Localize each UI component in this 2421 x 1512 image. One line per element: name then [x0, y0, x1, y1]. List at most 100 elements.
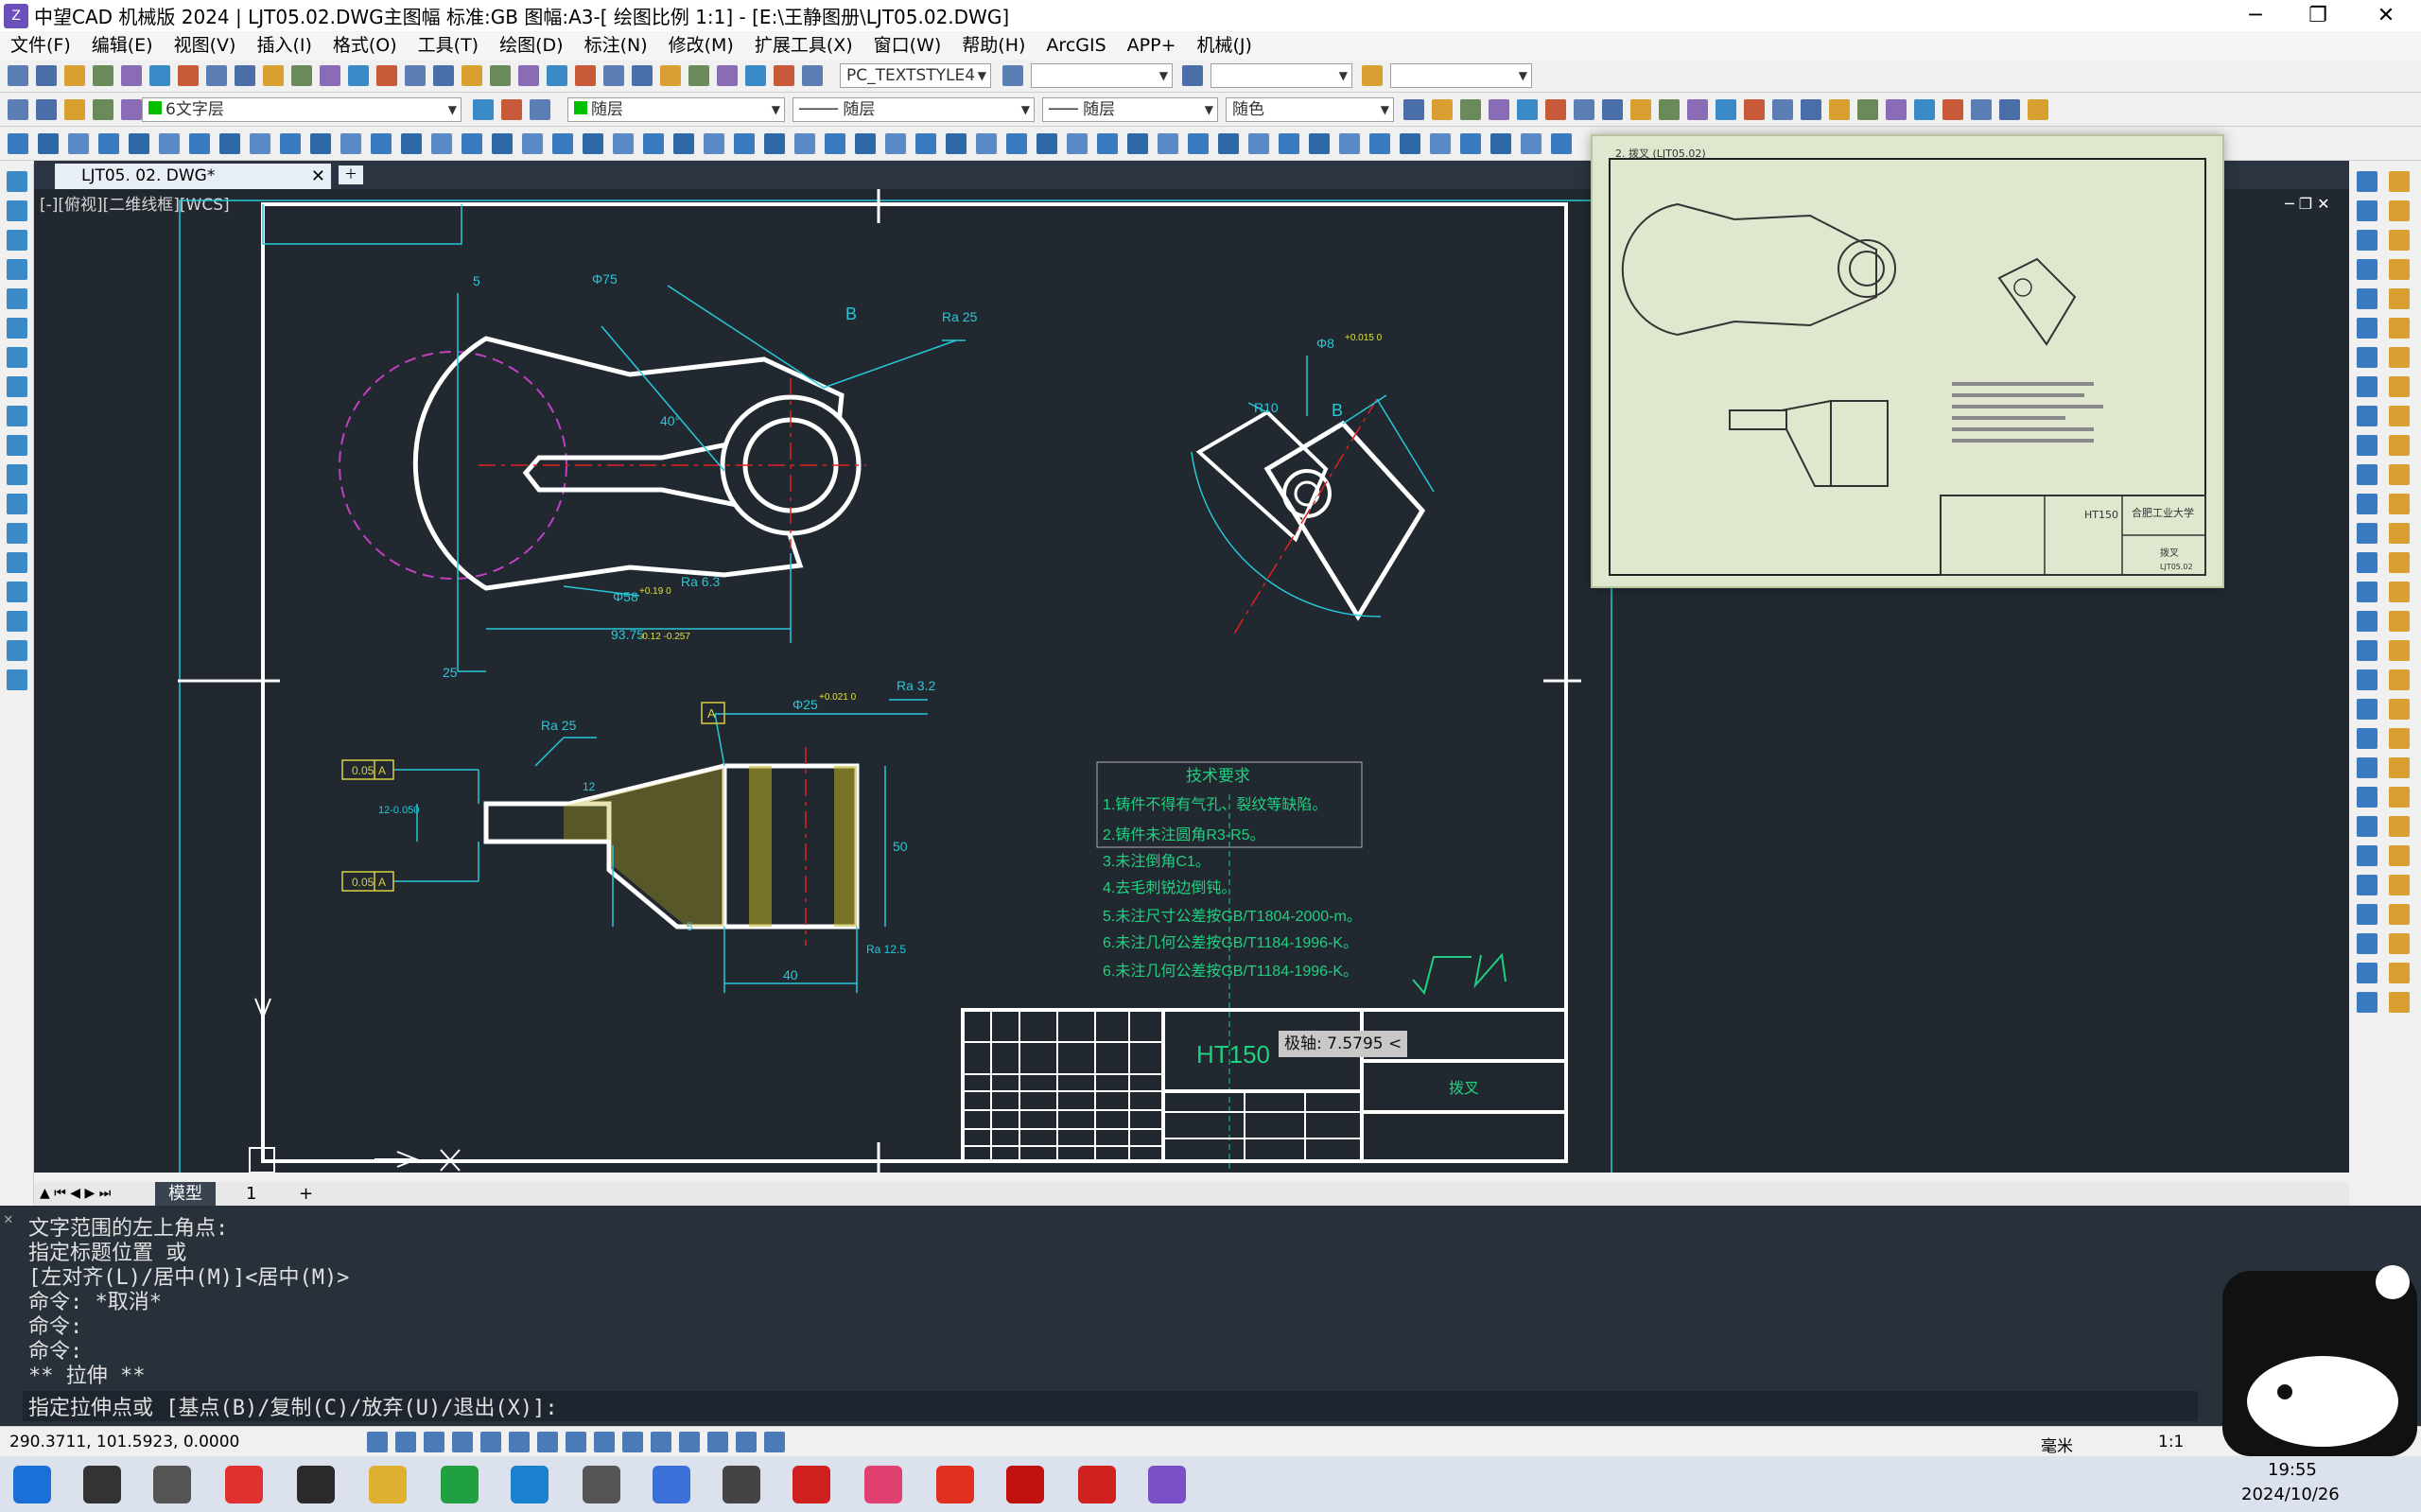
draw-tool-icon[interactable]	[7, 288, 27, 309]
mech-tool-icon[interactable]	[583, 133, 603, 154]
modify-tool-icon[interactable]	[2357, 904, 2377, 925]
taskbar-app-icon[interactable]	[297, 1466, 335, 1503]
modify-tool-icon[interactable]	[2357, 582, 2377, 602]
clock-date[interactable]: 2024/10/26	[2241, 1485, 2340, 1504]
status-toggle-icon[interactable]	[452, 1432, 473, 1452]
tab-close-icon[interactable]: ✕	[311, 164, 325, 189]
mech-tool-icon[interactable]	[250, 133, 270, 154]
mech-tool-icon[interactable]	[1490, 133, 1511, 154]
taskbar-app-icon[interactable]	[369, 1466, 407, 1503]
minimize-button[interactable]: ─	[2224, 0, 2287, 31]
modify-tool-icon[interactable]	[2357, 435, 2377, 456]
command-window[interactable]: 文字范围的左上角点: 指定标题位置 或 [左对齐(L)/居中(M)]<居中(M)…	[0, 1206, 2421, 1426]
mech-tool-icon[interactable]	[1551, 133, 1572, 154]
layer-tool-icon[interactable]	[1914, 99, 1935, 120]
taskbar-app-icon[interactable]	[511, 1466, 549, 1503]
layer-tool-icon[interactable]	[1971, 99, 1992, 120]
layer-tool-icon[interactable]	[1857, 99, 1878, 120]
layout-preview-popup[interactable]: 2. 拨叉 (LJT05.02) HT150 合肥工业大学 拨叉 LJT05.0…	[1591, 134, 2224, 588]
toolbar-tool-icon[interactable]	[206, 65, 227, 86]
layer-tool-icon[interactable]	[8, 99, 28, 120]
style-icon[interactable]	[1182, 65, 1203, 86]
mech-tool-icon[interactable]	[794, 133, 815, 154]
mech-tool-icon[interactable]	[401, 133, 422, 154]
toolbar-tool-icon[interactable]	[518, 65, 539, 86]
modify-tool-icon[interactable]	[2357, 171, 2377, 192]
taskbar-app-icon[interactable]	[1148, 1466, 1186, 1503]
mech-tool-icon[interactable]	[704, 133, 724, 154]
layer-tool-icon[interactable]	[1687, 99, 1708, 120]
text-style-combo[interactable]: PC_TEXTSTYLE4 ▼	[840, 63, 991, 88]
modify-tool-icon[interactable]	[2357, 992, 2377, 1013]
mech-tool-icon[interactable]	[734, 133, 755, 154]
menu-dimension[interactable]: 标注(N)	[574, 31, 658, 60]
mech-tool-icon[interactable]	[1218, 133, 1239, 154]
modify-tool-icon[interactable]	[2389, 406, 2410, 426]
coordinate-readout[interactable]: 290.3711, 101.5923, 0.0000	[9, 1433, 239, 1451]
modify-tool-icon[interactable]	[2357, 230, 2377, 251]
draw-tool-icon[interactable]	[7, 523, 27, 544]
layer-tool-icon[interactable]	[1829, 99, 1850, 120]
mech-tool-icon[interactable]	[38, 133, 59, 154]
status-toggle-icon[interactable]	[622, 1432, 643, 1452]
toolbar-tool-icon[interactable]	[121, 65, 142, 86]
modify-tool-icon[interactable]	[2389, 933, 2410, 954]
modify-tool-icon[interactable]	[2389, 347, 2410, 368]
modify-tool-icon[interactable]	[2357, 816, 2377, 837]
draw-tool-icon[interactable]	[7, 406, 27, 426]
status-toggle-icon[interactable]	[736, 1432, 757, 1452]
annotation-scale[interactable]: 1:1	[2158, 1433, 2184, 1451]
add-layout-button[interactable]: +	[286, 1182, 326, 1206]
mech-tool-icon[interactable]	[129, 133, 149, 154]
draw-tool-icon[interactable]	[7, 200, 27, 221]
mech-tool-icon[interactable]	[1188, 133, 1209, 154]
layer-tool-icon[interactable]	[1602, 99, 1623, 120]
layer-tool-icon[interactable]	[1716, 99, 1736, 120]
status-toggle-icon[interactable]	[566, 1432, 586, 1452]
mech-tool-icon[interactable]	[1097, 133, 1118, 154]
modify-tool-icon[interactable]	[2357, 318, 2377, 339]
cmd-close-icon[interactable]: ✕	[4, 1209, 13, 1227]
toolbar-tool-icon[interactable]	[64, 65, 85, 86]
modify-tool-icon[interactable]	[2357, 347, 2377, 368]
draw-tool-icon[interactable]	[7, 318, 27, 339]
toolbar-tool-icon[interactable]	[802, 65, 823, 86]
clock-time[interactable]: 19:55	[2268, 1460, 2317, 1480]
mech-tool-icon[interactable]	[159, 133, 180, 154]
modify-tool-icon[interactable]	[2389, 787, 2410, 808]
layer-tool-icon[interactable]	[530, 99, 550, 120]
mech-tool-icon[interactable]	[946, 133, 967, 154]
new-tab-button[interactable]: ＋	[339, 165, 363, 184]
close-button[interactable]: ✕	[2355, 0, 2417, 31]
mech-tool-icon[interactable]	[643, 133, 664, 154]
modify-tool-icon[interactable]	[2357, 494, 2377, 514]
menu-format[interactable]: 格式(O)	[322, 31, 408, 60]
toolbar-tool-icon[interactable]	[320, 65, 340, 86]
mech-tool-icon[interactable]	[1006, 133, 1027, 154]
modify-tool-icon[interactable]	[2357, 406, 2377, 426]
mech-tool-icon[interactable]	[1339, 133, 1360, 154]
draw-tool-icon[interactable]	[7, 669, 27, 690]
modify-tool-icon[interactable]	[2389, 582, 2410, 602]
layer-tool-icon[interactable]	[501, 99, 522, 120]
viewport-controls[interactable]: ─ ❐ ✕	[2285, 195, 2330, 213]
taskbar-app-icon[interactable]	[583, 1466, 620, 1503]
layer-tool-icon[interactable]	[1772, 99, 1793, 120]
layer-tool-icon[interactable]	[1630, 99, 1651, 120]
taskbar-app-icon[interactable]	[83, 1466, 121, 1503]
modify-tool-icon[interactable]	[2389, 669, 2410, 690]
taskbar-app-icon[interactable]	[1006, 1466, 1044, 1503]
mech-tool-icon[interactable]	[1521, 133, 1541, 154]
modify-tool-icon[interactable]	[2357, 200, 2377, 221]
status-toggle-icon[interactable]	[651, 1432, 671, 1452]
modify-tool-icon[interactable]	[2389, 963, 2410, 983]
taskbar-app-icon[interactable]	[153, 1466, 191, 1503]
toolbar-tool-icon[interactable]	[235, 65, 255, 86]
toolbar-tool-icon[interactable]	[717, 65, 738, 86]
toolbar-tool-icon[interactable]	[575, 65, 596, 86]
menu-file[interactable]: 文件(F)	[0, 31, 81, 60]
modify-tool-icon[interactable]	[2357, 611, 2377, 632]
toolbar-tool-icon[interactable]	[688, 65, 709, 86]
mech-tool-icon[interactable]	[1248, 133, 1269, 154]
linetype-combo[interactable]: ──── 随层 ▼	[792, 97, 1035, 122]
